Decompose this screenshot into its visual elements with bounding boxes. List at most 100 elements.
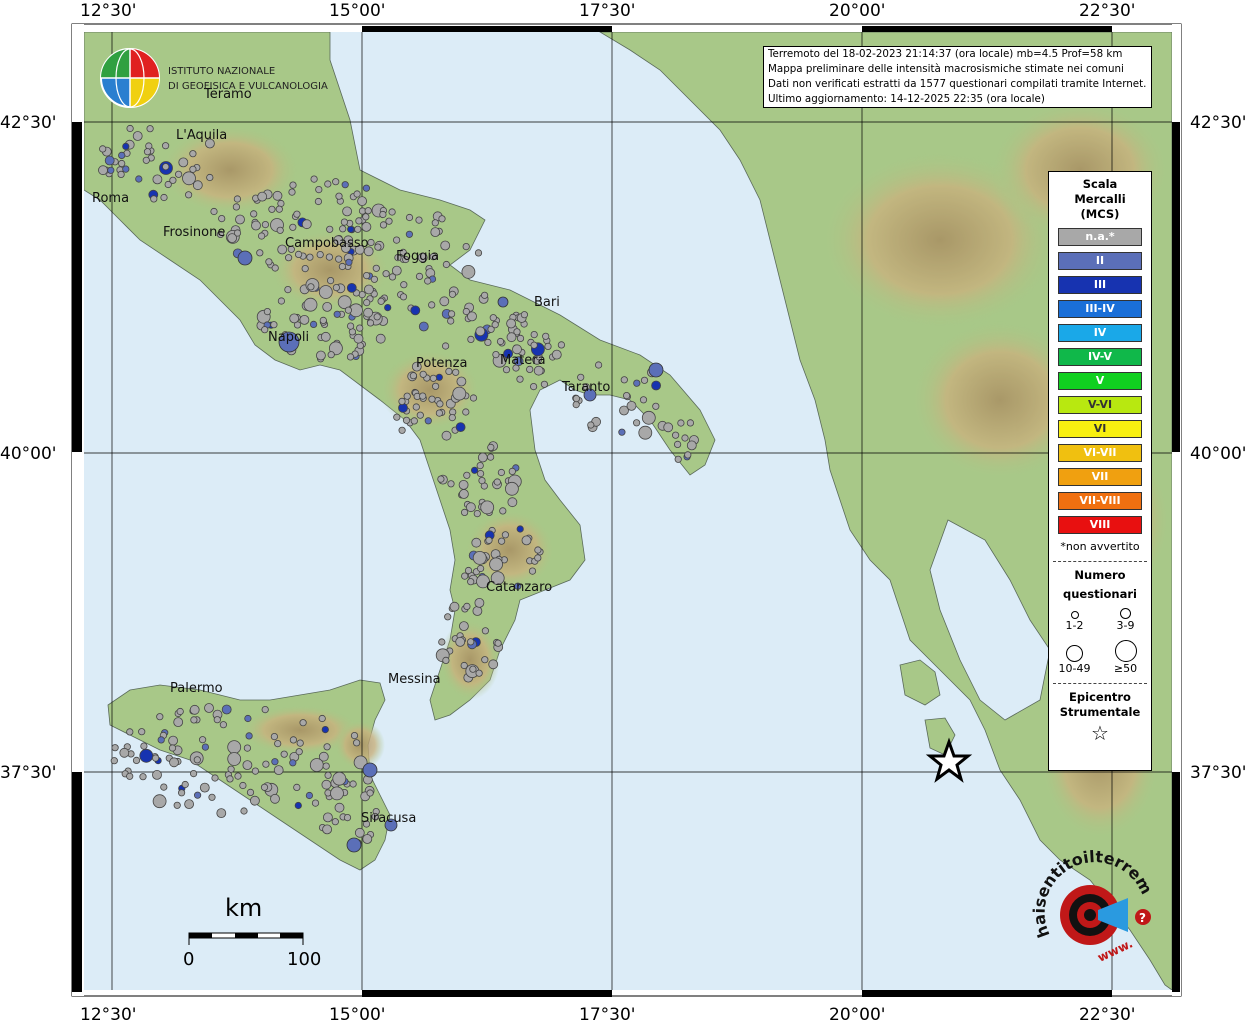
intensity-point — [295, 748, 303, 756]
legend-separator-2 — [1053, 683, 1147, 684]
intensity-point — [638, 425, 653, 440]
intensity-point — [275, 205, 283, 213]
intensity-point — [476, 469, 485, 478]
intensity-point — [250, 210, 258, 218]
intensity-point — [199, 782, 210, 793]
intensity-point — [152, 754, 160, 762]
intensity-point — [410, 417, 418, 425]
intensity-point — [263, 307, 271, 316]
intensity-point — [189, 165, 197, 173]
intensity-point — [478, 476, 486, 485]
intensity-point — [572, 400, 580, 409]
intensity-point — [476, 564, 485, 573]
intensity-point — [346, 282, 357, 293]
intensity-point — [497, 468, 505, 477]
intensity-point — [189, 704, 200, 715]
intensity-point — [551, 349, 562, 360]
intensity-point — [142, 156, 150, 164]
intensity-point — [126, 124, 134, 133]
intensity-point — [651, 380, 661, 391]
intensity-point — [362, 834, 373, 844]
intensity-point — [332, 771, 347, 786]
intensity-point — [219, 721, 227, 729]
intensity-point — [262, 760, 270, 768]
intensity-point — [391, 265, 402, 276]
intensity-point — [462, 408, 470, 416]
intensity-point — [464, 566, 473, 575]
intensity-point — [260, 783, 269, 791]
intensity-point — [393, 413, 401, 421]
intensity-point — [506, 332, 517, 343]
intensity-point — [271, 758, 279, 766]
intensity-point — [257, 232, 266, 240]
intensity-point — [379, 210, 387, 219]
intensity-point — [181, 780, 189, 789]
intensity-point — [458, 621, 469, 631]
intensity-point — [633, 379, 641, 387]
intensity-point — [497, 296, 509, 308]
intensity-point — [444, 613, 452, 621]
city-catanzaro: Catanzaro — [486, 580, 552, 595]
intensity-point — [289, 759, 297, 767]
intensity-point — [175, 170, 183, 178]
intensity-point — [99, 145, 107, 153]
intensity-point — [244, 714, 252, 723]
intensity-point — [639, 396, 648, 404]
intensity-point — [117, 170, 125, 178]
intensity-point — [428, 395, 436, 403]
scale-unit: km — [225, 894, 262, 922]
size-circle-large-icon — [1066, 645, 1083, 662]
intensity-point — [138, 728, 146, 736]
intensity-point — [472, 551, 487, 565]
intensity-point — [412, 403, 420, 411]
intensity-point — [484, 338, 492, 346]
intensity-point — [126, 772, 134, 780]
intensity-point — [293, 210, 301, 218]
intensity-point — [447, 310, 456, 318]
intensity-point — [491, 321, 499, 329]
lon-label-bottom-4: 20°00' — [829, 1005, 885, 1024]
intensity-point — [447, 317, 455, 325]
intensity-point — [208, 793, 216, 801]
intensity-point — [431, 219, 439, 227]
intensity-point — [199, 736, 207, 744]
intensity-point — [299, 719, 307, 727]
intensity-point — [353, 333, 364, 344]
intensity-point — [193, 756, 201, 764]
intensity-point — [352, 739, 361, 747]
city-palermo: Palermo — [170, 681, 223, 696]
intensity-point — [152, 174, 163, 185]
intensity-point — [462, 243, 470, 251]
intensity-point — [363, 307, 374, 318]
intensity-point — [190, 769, 198, 778]
intensity-point — [110, 757, 118, 765]
intensity-point — [356, 324, 364, 332]
intensity-point — [152, 794, 167, 809]
intensity-point — [246, 788, 255, 797]
mcs-scale-item: V-VI — [1058, 396, 1142, 414]
intensity-point — [227, 752, 242, 766]
intensity-point — [289, 181, 297, 189]
legend-star-icon: ☆ — [1091, 721, 1109, 745]
intensity-point — [355, 217, 363, 225]
intensity-point — [361, 221, 372, 232]
intensity-point — [436, 400, 444, 408]
intensity-point — [430, 227, 441, 238]
intensity-point — [284, 285, 292, 294]
intensity-point — [409, 372, 417, 380]
intensity-point — [424, 417, 432, 425]
intensity-point — [501, 531, 509, 539]
scale-start: 0 — [183, 949, 194, 970]
intensity-point — [201, 743, 209, 751]
size-item-1: 1-2 — [1049, 608, 1100, 632]
intensity-point — [516, 525, 524, 533]
intensity-point — [641, 410, 656, 425]
intensity-point — [270, 321, 278, 329]
intensity-point — [235, 214, 245, 225]
intensity-point — [463, 471, 471, 479]
intensity-point — [132, 131, 143, 141]
intensity-point — [139, 748, 154, 763]
intensity-point — [173, 717, 184, 727]
intensity-point — [648, 362, 664, 378]
intensity-point — [374, 243, 382, 251]
